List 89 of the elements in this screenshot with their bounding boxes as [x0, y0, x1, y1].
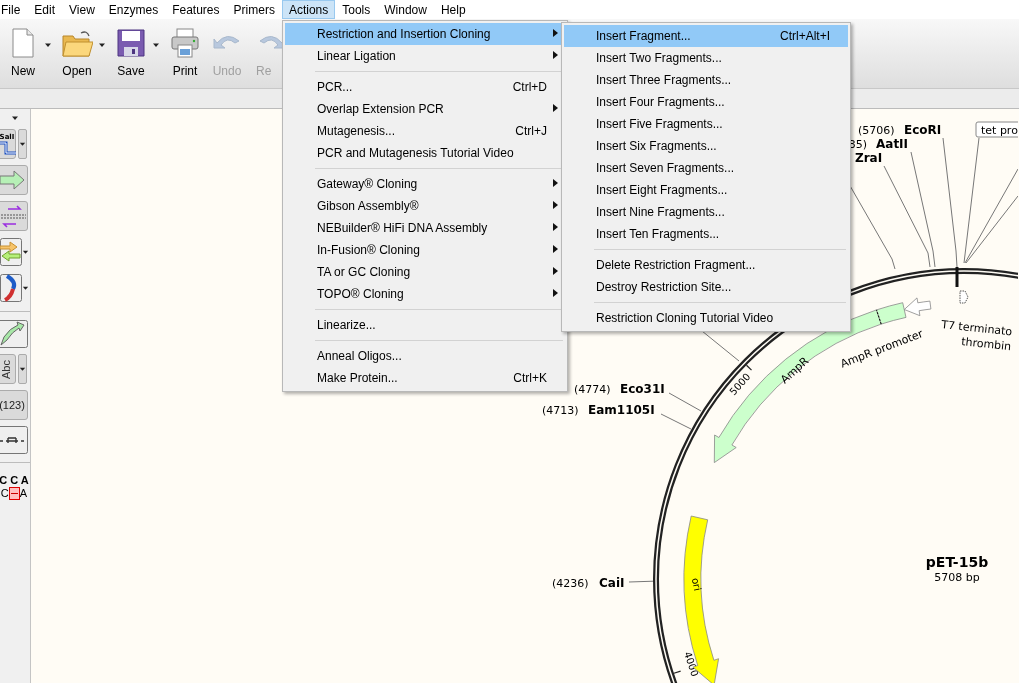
toolbar-button[interactable]: Print	[166, 19, 204, 78]
menu-bar-item[interactable]: Edit	[27, 0, 63, 19]
tick-mark	[673, 670, 682, 674]
leader-line	[701, 330, 740, 362]
arrows-icon	[0, 241, 22, 263]
cut-site-mark	[955, 267, 959, 287]
shortcut-label: Ctrl+D	[512, 80, 548, 94]
enzyme-name: EcoRI	[904, 123, 942, 137]
feature-label: thrombin	[960, 335, 1012, 354]
dropdown-button[interactable]	[18, 129, 27, 159]
menu-item[interactable]: Insert Two Fragments...	[564, 47, 848, 69]
tool-button[interactable]	[0, 320, 28, 348]
menu-item[interactable]: Gateway® Cloning	[285, 173, 565, 195]
site-position: 35)	[848, 138, 867, 151]
tool-button[interactable]	[0, 238, 22, 266]
menu-item[interactable]: Insert Ten Fragments...	[564, 223, 848, 245]
alignment-base: C	[0, 487, 9, 500]
menu-item[interactable]: Mutagenesis... Ctrl+J	[285, 120, 565, 142]
enzyme-name: AatII	[876, 137, 909, 151]
enzyme-name: CaiI	[599, 576, 625, 590]
gap-mark	[8, 487, 20, 500]
terminator-mark	[959, 290, 969, 304]
enzyme-name: ZraI	[855, 151, 883, 165]
menu-item[interactable]: Insert Eight Fragments...	[564, 179, 848, 201]
site-position: (4713)	[542, 404, 579, 417]
alignment-bases: C C A	[0, 474, 29, 487]
menu-item[interactable]: Insert Nine Fragments...	[564, 201, 848, 223]
feature-callout: tet pro	[975, 121, 1018, 138]
menu-item[interactable]: PCR... Ctrl+D	[285, 76, 565, 98]
toolbar-button[interactable]: New	[4, 19, 42, 78]
menu-item[interactable]: Anneal Oligos...	[285, 345, 565, 367]
enzyme-name: Eco31I	[620, 382, 665, 396]
menu-item[interactable]: Restriction Cloning Tutorial Video	[564, 307, 848, 329]
menu-item[interactable]: TOPO® Cloning	[285, 283, 565, 305]
plasmid-name: pET-15b	[925, 554, 989, 570]
menu-bar-item[interactable]: Actions	[281, 0, 336, 19]
menu-item[interactable]: Gibson Assembly®	[285, 195, 565, 217]
feature-label: ori	[689, 576, 704, 592]
menu-bar-item[interactable]: Tools	[335, 0, 378, 19]
feature-arc-icon	[0, 320, 26, 348]
menu-item[interactable]: Make Protein... Ctrl+K	[285, 367, 565, 389]
tool-button[interactable]	[0, 274, 22, 302]
menu-bar-item[interactable]: Features	[165, 0, 227, 19]
tool-button[interactable]: (123)	[0, 390, 28, 420]
menu-item[interactable]: Linearize...	[285, 314, 565, 336]
menu-item[interactable]: Linear Ligation	[285, 45, 565, 67]
menu-item[interactable]: Insert Three Fragments...	[564, 69, 848, 91]
menu-bar-item[interactable]: File	[0, 0, 28, 19]
shortcut-label: Ctrl+K	[513, 371, 548, 385]
menu-item[interactable]: PCR and Mutagenesis Tutorial Video	[285, 142, 565, 164]
primers-icon	[0, 203, 26, 229]
menu-item[interactable]: Delete Restriction Fragment...	[564, 254, 848, 276]
site-position: (4236)	[552, 577, 589, 590]
site-position: (4774)	[574, 383, 611, 396]
menu-bar-item[interactable]: Help	[433, 0, 473, 19]
menu-item[interactable]: NEBuilder® HiFi DNA Assembly	[285, 217, 565, 239]
tool-button[interactable]	[0, 426, 28, 454]
menu-bar-item[interactable]: Window	[377, 0, 434, 19]
dropdown-button[interactable]	[18, 354, 27, 384]
site-position: (5706)	[858, 124, 895, 137]
menu-item[interactable]: Insert Six Fragments...	[564, 135, 848, 157]
tick-mark	[745, 364, 753, 371]
menu-item[interactable]: Insert Fragment... Ctrl+Alt+I	[564, 25, 848, 47]
menu-item[interactable]: Destroy Restriction Site...	[564, 276, 848, 298]
tool-button[interactable]	[0, 201, 28, 231]
alignment-base: A	[19, 487, 28, 500]
menu-item[interactable]: TA or GC Cloning	[285, 261, 565, 283]
printer-icon	[169, 27, 201, 59]
menu-bar-item[interactable]: Enzymes	[101, 0, 166, 19]
shortcut-label: Ctrl+Alt+I	[780, 29, 831, 43]
menu-item[interactable]: Insert Seven Fragments...	[564, 157, 848, 179]
toolbar-button[interactable]: Save	[112, 19, 150, 78]
shortcut-label: Ctrl+J	[515, 124, 548, 138]
leader-line	[660, 413, 692, 430]
menu-item[interactable]: Insert Five Fragments...	[564, 113, 848, 135]
toolbar-button[interactable]: Open	[58, 19, 96, 78]
feature-boundary	[876, 309, 882, 325]
menu-item[interactable]: Overlap Extension PCR	[285, 98, 565, 120]
menu-bar-item[interactable]: View	[62, 0, 102, 19]
plasmid-length: 5708 bp	[934, 571, 980, 584]
menu-item[interactable]: In-Fusion® Cloning	[285, 239, 565, 261]
menu-item[interactable]: Insert Four Fragments...	[564, 91, 848, 113]
arrow-icon	[0, 169, 26, 191]
tool-button[interactable]: Abc	[0, 354, 16, 384]
leader-line	[668, 392, 702, 412]
enzyme-name: Eam1105I	[588, 403, 655, 417]
ruler-icon	[0, 435, 26, 445]
tick-label: 4000	[682, 650, 701, 678]
menu-bar-item[interactable]: Primers	[226, 0, 282, 19]
